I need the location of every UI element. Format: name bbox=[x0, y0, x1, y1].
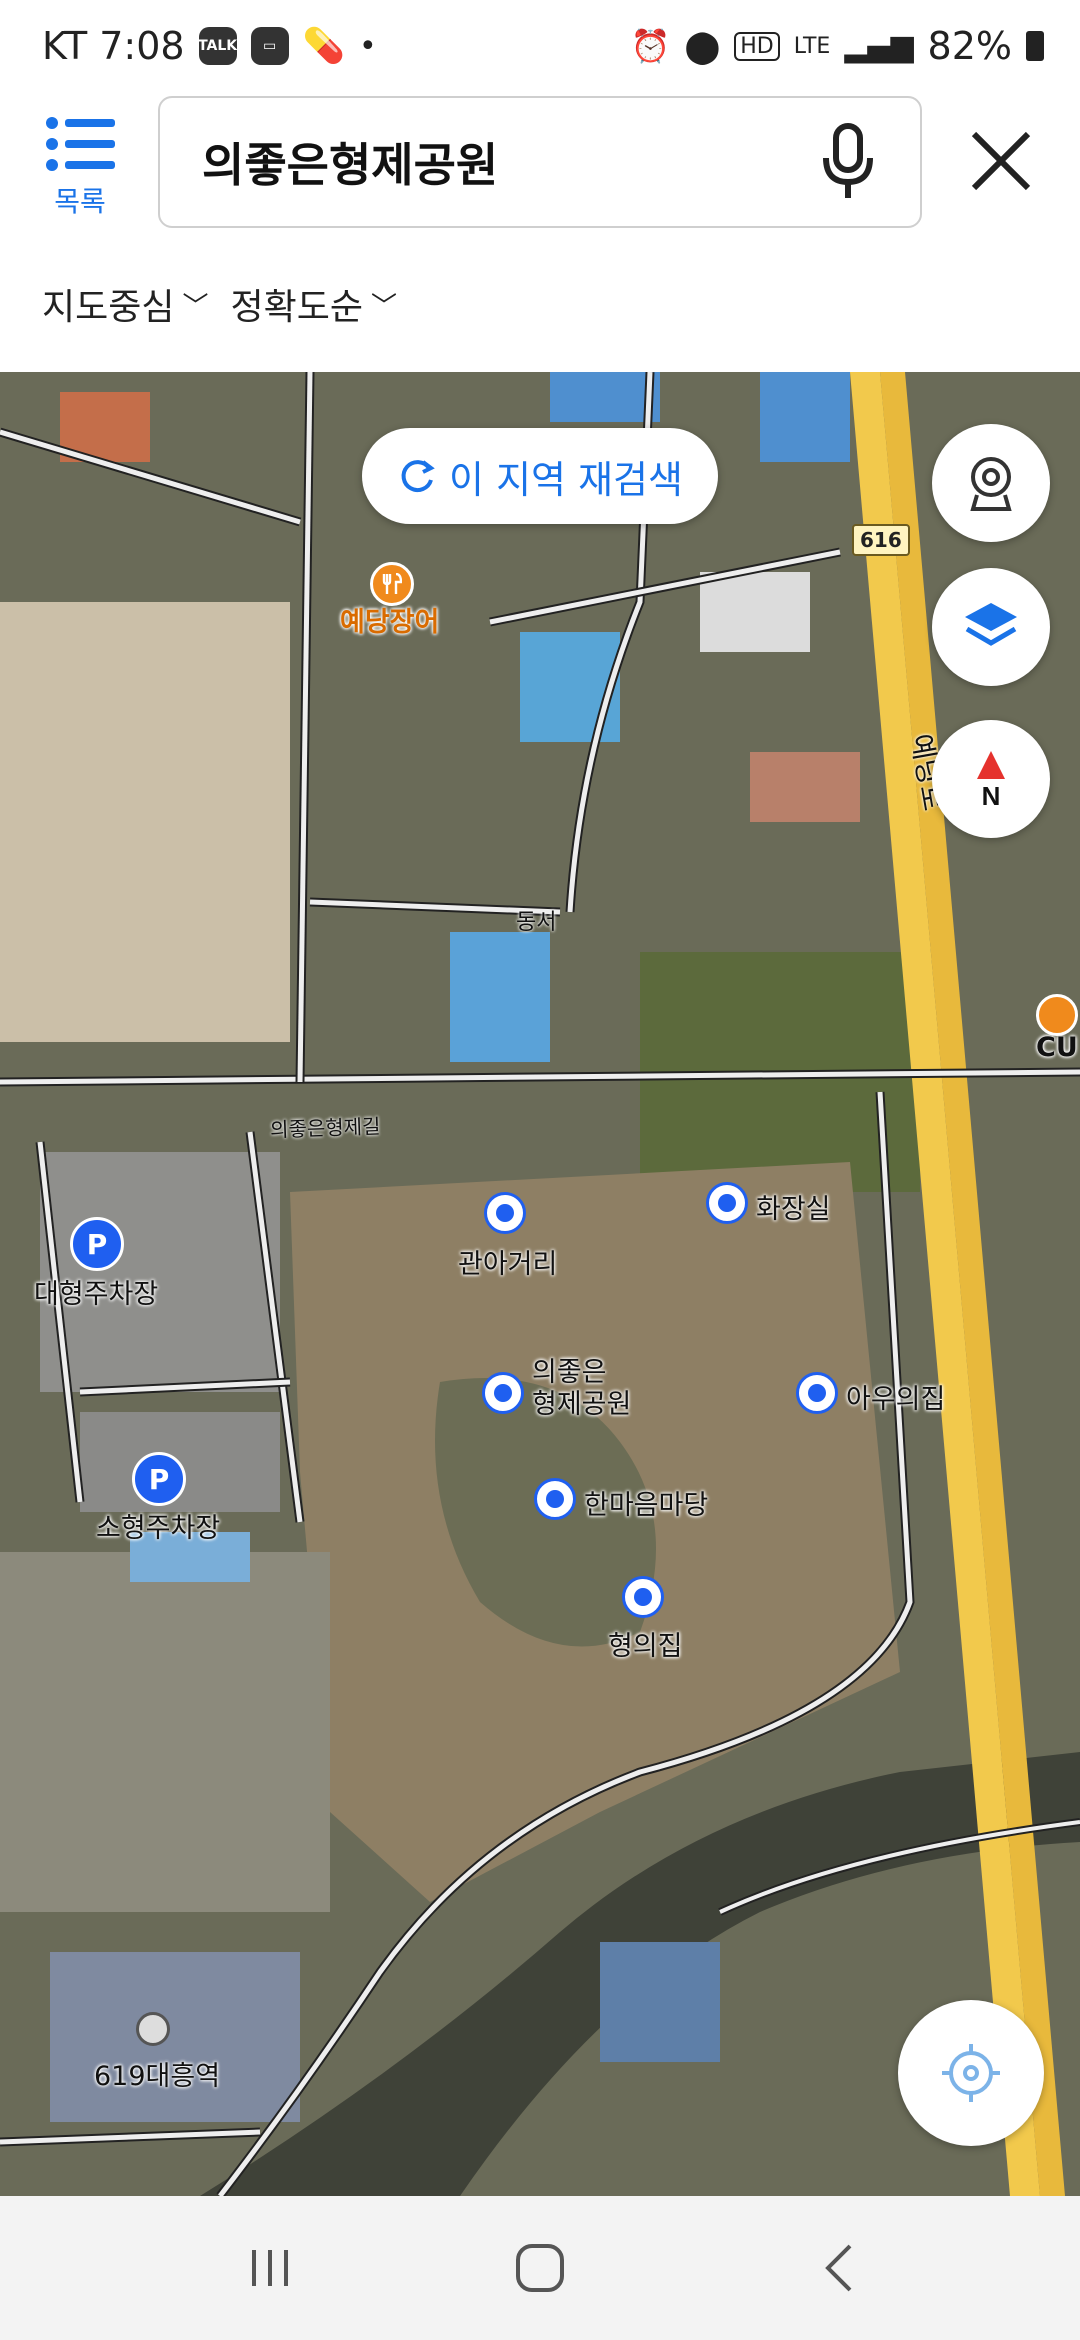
list-menu-button[interactable]: 목록 bbox=[40, 116, 120, 246]
recent-apps-button[interactable] bbox=[200, 2196, 340, 2340]
elder-house-label: 형의집 bbox=[608, 1631, 683, 1662]
pill-icon: 💊 bbox=[302, 26, 345, 66]
search-header: 목록 의좋은형제공원 지도중심 ﹀ 정확도순 ﹀ bbox=[0, 96, 1080, 372]
refresh-icon bbox=[401, 460, 435, 493]
park-marker[interactable] bbox=[482, 1372, 524, 1414]
elder-house-marker[interactable] bbox=[622, 1576, 664, 1618]
hanmaeum-label: 한마음마당 bbox=[584, 1490, 709, 1521]
recent-apps-icon bbox=[252, 2250, 288, 2286]
menu-label: 목록 bbox=[54, 185, 106, 218]
inbox-icon: ▭ bbox=[250, 27, 289, 65]
chevron-down-icon: ﹀ bbox=[182, 291, 209, 322]
cu-marker[interactable] bbox=[1036, 994, 1078, 1036]
hd-icon: HD bbox=[734, 31, 780, 61]
search-input[interactable]: 의좋은형제공원 bbox=[202, 129, 818, 195]
route-badge: 616 bbox=[852, 524, 910, 556]
microphone-icon[interactable] bbox=[818, 122, 878, 202]
station-marker[interactable] bbox=[136, 2012, 170, 2046]
park-label-line2: 형제공원 bbox=[532, 1389, 632, 1420]
battery-text: 82% bbox=[927, 24, 1012, 68]
restaurant-label: 예당장어 bbox=[340, 607, 440, 638]
alarm-icon: ⏰ bbox=[630, 27, 671, 65]
small-parking-label: 소형주차장 bbox=[96, 1513, 221, 1544]
home-button[interactable] bbox=[470, 2196, 610, 2340]
younger-house-marker[interactable] bbox=[796, 1372, 838, 1414]
map-center-filter[interactable]: 지도중심 ﹀ bbox=[42, 278, 209, 330]
status-right: ⏰ ⬤ HD LTE ▂▄▆ 82% bbox=[631, 24, 1044, 68]
back-icon bbox=[825, 2244, 852, 2292]
cu-label: CU bbox=[1036, 1032, 1078, 1063]
hanmaeum-marker[interactable] bbox=[534, 1478, 576, 1520]
layers-icon bbox=[965, 603, 1017, 646]
toilet-marker[interactable] bbox=[706, 1182, 748, 1224]
map-center-filter-label: 지도중심 bbox=[42, 287, 175, 328]
status-bar: KT 7:08 TALK ▭ 💊 • ⏰ ⬤ HD LTE ▂▄▆ 82% bbox=[0, 0, 1080, 96]
big-parking-label: 대형주차장 bbox=[34, 1279, 159, 1310]
svg-text:N: N bbox=[982, 781, 1001, 809]
lte-icon: LTE bbox=[793, 33, 831, 59]
fork-knife-icon bbox=[382, 573, 402, 594]
layers-button[interactable] bbox=[932, 568, 1050, 686]
location-target-icon bbox=[942, 2044, 1000, 2102]
road-label-dongseo: 동서 bbox=[516, 910, 557, 935]
station-label: 619대흥역 bbox=[94, 2061, 221, 2092]
signal-icon: ▂▄▆ bbox=[844, 28, 914, 64]
compass-icon: N bbox=[977, 751, 1005, 809]
street-view-button[interactable] bbox=[932, 424, 1050, 542]
carrier-time: KT 7:08 bbox=[42, 24, 185, 68]
home-icon bbox=[516, 2244, 564, 2292]
location-icon: ⬤ bbox=[684, 27, 721, 65]
younger-house-label: 아우의집 bbox=[846, 1384, 946, 1415]
sort-filter-label: 정확도순 bbox=[230, 287, 363, 328]
dot-icon: • bbox=[358, 28, 377, 64]
sort-filter[interactable]: 정확도순 ﹀ bbox=[231, 278, 398, 330]
gwana-label: 관아거리 bbox=[458, 1249, 558, 1280]
compass-button[interactable]: N bbox=[932, 720, 1050, 838]
chevron-down-icon: ﹀ bbox=[370, 291, 397, 322]
gwana-marker[interactable] bbox=[484, 1192, 526, 1234]
close-icon[interactable] bbox=[966, 126, 1036, 196]
satellite-map[interactable]: 616 예당로 동서 의좋은형제길 예당장어 CU P 대형주차장 P 소형주차… bbox=[0, 372, 1080, 2196]
toilet-label: 화장실 bbox=[756, 1194, 831, 1225]
locate-me-button[interactable] bbox=[898, 2000, 1044, 2146]
kakaotalk-icon: TALK bbox=[198, 27, 237, 65]
list-icon bbox=[46, 117, 115, 171]
status-left: KT 7:08 TALK ▭ 💊 • bbox=[42, 24, 377, 68]
system-nav-bar bbox=[0, 2196, 1080, 2340]
back-button[interactable] bbox=[770, 2196, 910, 2340]
small-parking-marker[interactable]: P bbox=[132, 1452, 186, 1506]
filter-row: 지도중심 ﹀ 정확도순 ﹀ bbox=[42, 278, 397, 330]
big-parking-marker[interactable]: P bbox=[70, 1217, 124, 1271]
road-label-uijong: 의좋은형제길 bbox=[269, 1114, 381, 1142]
battery-icon bbox=[1026, 31, 1044, 61]
research-label: 이 지역 재검색 bbox=[449, 457, 683, 502]
map-terrain bbox=[0, 372, 1080, 2196]
street-view-icon bbox=[970, 457, 1012, 511]
search-box[interactable]: 의좋은형제공원 bbox=[158, 96, 922, 228]
research-area-button[interactable]: 이 지역 재검색 bbox=[362, 428, 718, 524]
